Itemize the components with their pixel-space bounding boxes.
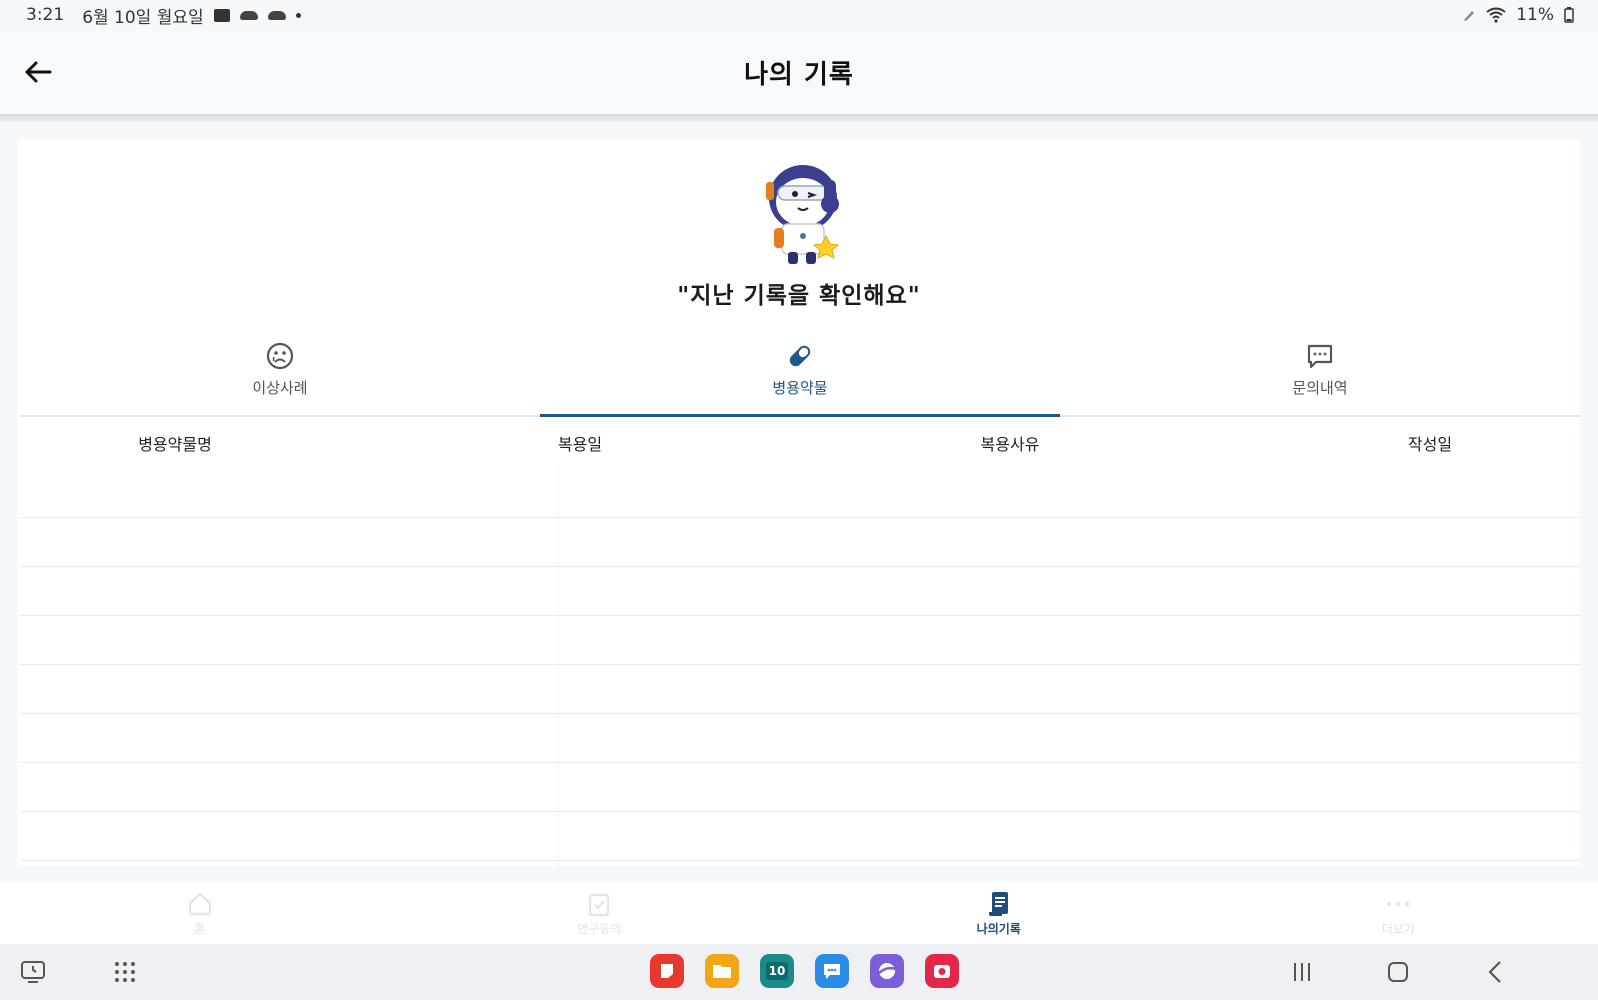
chevron-left-icon bbox=[1488, 961, 1501, 983]
cloud-notification-icon bbox=[239, 10, 258, 20]
document-list-icon bbox=[985, 890, 1013, 918]
red-notes-app-icon[interactable] bbox=[650, 954, 684, 988]
tab-adverse-events[interactable]: 이상사례 bbox=[20, 335, 540, 415]
recent-screen-button[interactable] bbox=[16, 956, 50, 988]
home-square-icon bbox=[1388, 962, 1408, 982]
tab-label: 이상사례 bbox=[252, 379, 308, 397]
back-button[interactable] bbox=[22, 56, 54, 88]
recent-apps-button[interactable] bbox=[1285, 956, 1319, 988]
home-icon bbox=[186, 890, 214, 918]
nav-label: 더보기 bbox=[1381, 921, 1415, 936]
tab-inquiries[interactable]: 문의내역 bbox=[1060, 335, 1580, 415]
header-divider bbox=[0, 114, 1598, 122]
status-time: 3:21 bbox=[26, 5, 65, 25]
nav-label: 나의기록 bbox=[976, 921, 1021, 936]
table-row bbox=[20, 714, 1580, 763]
record-tabs: 이상사례 병용약물 문의내역 bbox=[20, 335, 1580, 417]
more-notifications-icon bbox=[295, 12, 301, 18]
more-dots-icon bbox=[1384, 890, 1412, 918]
monitor-icon bbox=[21, 961, 45, 983]
tab-label: 문의내역 bbox=[1292, 379, 1348, 397]
hero-subtitle: "지난 기록을 확인해요" bbox=[677, 283, 921, 309]
records-card: "지난 기록을 확인해요" 이상사례 병용약물 문의내역 병용약물명 복용일 복… bbox=[18, 140, 1580, 866]
bottom-navigation: 홈 연구동의 나의기록 더보기 bbox=[0, 882, 1598, 944]
table-header-row: 병용약물명 복용일 복용사유 작성일 bbox=[20, 417, 1580, 469]
battery-percent: 11% bbox=[1516, 5, 1554, 25]
column-divider bbox=[558, 469, 559, 866]
column-header-written-date: 작성일 bbox=[1407, 435, 1453, 454]
calendar-day-text: 10 bbox=[765, 962, 789, 980]
column-header-drug-name: 병용약물명 bbox=[138, 435, 212, 454]
nav-research-consent[interactable]: 연구동의 bbox=[400, 882, 800, 944]
nav-label: 연구동의 bbox=[577, 921, 622, 936]
gallery-notification-icon bbox=[213, 8, 230, 22]
clipboard-check-icon bbox=[585, 890, 613, 918]
app-drawer-button[interactable] bbox=[108, 956, 142, 988]
column-header-date-taken: 복용일 bbox=[557, 435, 603, 454]
camera-app-icon[interactable] bbox=[925, 954, 959, 988]
nav-more[interactable]: 더보기 bbox=[1199, 882, 1598, 944]
nav-home[interactable]: 홈 bbox=[0, 882, 400, 944]
wifi-icon bbox=[1486, 7, 1506, 23]
status-bar: 3:21 6월 10일 월요일 11% bbox=[0, 0, 1598, 30]
drug-records-table: 병용약물명 복용일 복용사유 작성일 bbox=[20, 417, 1580, 866]
table-row bbox=[20, 518, 1580, 567]
home-button[interactable] bbox=[1381, 956, 1415, 988]
folder-app-icon[interactable] bbox=[705, 954, 739, 988]
messages-app-icon[interactable] bbox=[815, 954, 849, 988]
table-row bbox=[20, 812, 1580, 861]
battery-icon bbox=[1564, 7, 1574, 23]
cloud-notification-icon-2 bbox=[267, 10, 286, 20]
table-row bbox=[20, 665, 1580, 714]
nav-label: 홈 bbox=[194, 921, 206, 936]
status-date: 6월 10일 월요일 bbox=[82, 7, 204, 28]
system-back-button[interactable] bbox=[1478, 956, 1512, 988]
column-header-reason: 복용사유 bbox=[980, 435, 1040, 454]
app-header: 나의 기록 bbox=[0, 30, 1598, 114]
table-row bbox=[20, 567, 1580, 616]
sad-face-icon bbox=[265, 341, 295, 371]
system-navigation-bar: 10 bbox=[0, 944, 1598, 1000]
recents-icon bbox=[1294, 963, 1310, 981]
table-row bbox=[20, 469, 1580, 518]
internet-app-icon[interactable] bbox=[870, 954, 904, 988]
tab-label: 병용약물 bbox=[772, 379, 828, 397]
grid-icon bbox=[115, 962, 135, 982]
pen-icon bbox=[1464, 11, 1475, 21]
page-title: 나의 기록 bbox=[744, 59, 854, 90]
table-row bbox=[20, 763, 1580, 812]
arrow-left-icon bbox=[25, 61, 52, 83]
chat-bubble-icon bbox=[1305, 341, 1335, 371]
nav-my-records[interactable]: 나의기록 bbox=[799, 882, 1199, 944]
calendar-app-icon[interactable]: 10 bbox=[760, 954, 794, 988]
table-row bbox=[20, 616, 1580, 665]
tab-concomitant-drugs[interactable]: 병용약물 bbox=[540, 335, 1060, 417]
pill-icon bbox=[785, 341, 815, 371]
mascot-illustration bbox=[766, 165, 840, 264]
